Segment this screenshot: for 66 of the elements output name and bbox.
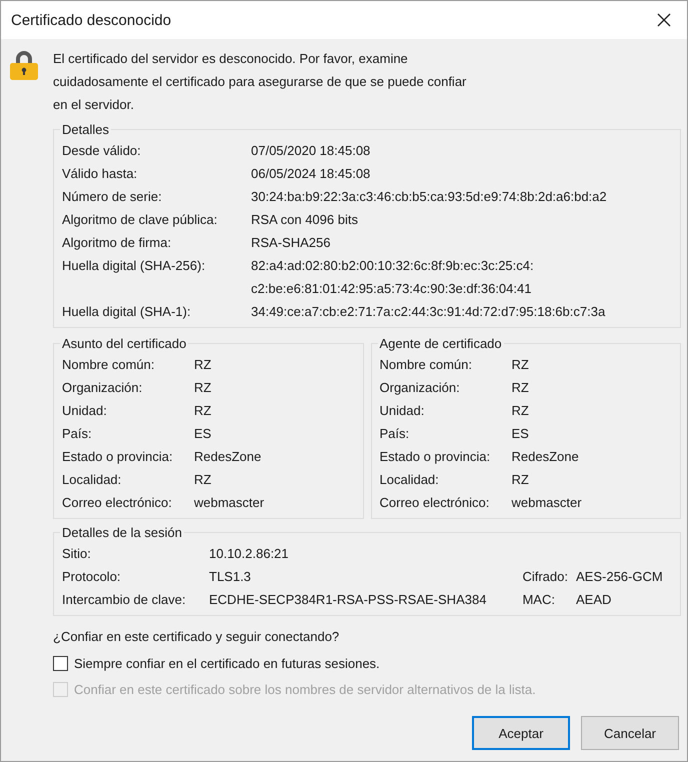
dialog-button[interactable]: Cancelar	[581, 716, 679, 750]
field-value: webmascter	[194, 494, 266, 512]
field-label: Localidad:	[380, 471, 440, 489]
field-value: RZ	[194, 379, 212, 397]
field-value: 06/05/2024 18:45:08	[251, 165, 372, 183]
field-value: 10.10.2.86:21	[209, 545, 290, 563]
checkbox-label[interactable]: Siempre confiar en el certificado en futuras sesiones.	[74, 653, 380, 674]
field-value: TLS1.3	[209, 568, 252, 586]
field-label: Organización:	[62, 379, 144, 397]
field-value: RZ	[512, 379, 530, 397]
close-icon[interactable]	[657, 13, 671, 27]
warning-message: El certificado del servidor es desconocido. Por favor, examine cuidadosamente el certificado para asegurarse de que se puede confiar en el servidor.	[53, 50, 468, 114]
field-value: RZ	[194, 356, 212, 374]
field-value: RZ	[512, 402, 530, 420]
field-label: Algoritmo de clave pública:	[62, 211, 218, 229]
field-value: RSA-SHA256	[251, 234, 332, 252]
field-value: 07/05/2020 18:45:08	[251, 142, 372, 160]
dialog-button[interactable]: Aceptar	[472, 716, 570, 750]
field-label: Correo electrónico:	[380, 494, 490, 512]
field-value: webmascter	[512, 494, 583, 512]
field-value: RedesZone	[194, 448, 262, 466]
field-label: Huella digital (SHA-1):	[62, 303, 192, 321]
field-value: AEAD	[576, 591, 612, 609]
field-value: ES	[512, 425, 530, 443]
question-text: ¿Confiar en este certificado y seguir conectando?	[53, 628, 340, 646]
field-label: MAC:	[522, 591, 556, 609]
field-label: Estado o provincia:	[62, 448, 174, 466]
field-value: c2:be:e6:81:01:42:95:a5:73:4c:90:3e:df:36:04:41	[251, 280, 532, 298]
field-value: RZ	[194, 471, 212, 489]
group-title: Asunto del certificado	[61, 336, 188, 351]
field-value: RSA con 4096 bits	[251, 211, 359, 229]
field-label: Localidad:	[62, 471, 122, 489]
field-value: RZ	[512, 356, 530, 374]
window-title: Certificado desconocido	[11, 12, 172, 28]
field-label: Huella digital (SHA-256):	[62, 257, 206, 275]
field-label: Válido hasta:	[62, 165, 138, 183]
field-value: ECDHE-SECP384R1-RSA-PSS-RSAE-SHA384	[209, 591, 488, 609]
field-label: Nombre común:	[62, 356, 156, 374]
group-title: Detalles de la sesión	[61, 525, 183, 540]
field-value: RedesZone	[512, 448, 580, 466]
field-label: Organización:	[380, 379, 461, 397]
field-label: Unidad:	[380, 402, 426, 420]
field-value: 34:49:ce:a7:cb:e2:71:7a:c2:44:3c:91:4d:72:d7:95:18:6b:c7:3a	[251, 303, 606, 321]
field-value: AES-256-GCM	[576, 568, 664, 586]
field-label: Algoritmo de firma:	[62, 234, 172, 252]
field-value: RZ	[194, 402, 212, 420]
field-label: Protocolo:	[62, 568, 122, 586]
field-label: Estado o provincia:	[380, 448, 492, 466]
field-label: País:	[62, 425, 93, 443]
field-label: Número de serie:	[62, 188, 163, 206]
field-label: Cifrado:	[522, 568, 568, 586]
field-label: Nombre común:	[380, 356, 473, 374]
group-title: Agente de certificado	[378, 336, 503, 351]
field-value: 82:a4:ad:02:80:b2:00:10:32:6c:8f:9b:ec:3c:25:c4:	[251, 257, 535, 275]
checkbox[interactable]	[53, 656, 68, 671]
field-label: Correo electrónico:	[62, 494, 173, 512]
group-title: Detalles	[61, 122, 110, 137]
field-label: País:	[380, 425, 410, 443]
field-value: 30:24:ba:b9:22:3a:c3:46:cb:b5:ca:93:5d:e9:74:8b:2d:a6:bd:a2	[251, 188, 608, 206]
field-label: Desde válido:	[62, 142, 142, 160]
field-label: Unidad:	[62, 402, 108, 420]
field-label: Sitio:	[62, 545, 92, 563]
padlock-icon	[8, 49, 40, 81]
field-value: RZ	[512, 471, 530, 489]
field-value: ES	[194, 425, 212, 443]
field-label: Intercambio de clave:	[62, 591, 187, 609]
